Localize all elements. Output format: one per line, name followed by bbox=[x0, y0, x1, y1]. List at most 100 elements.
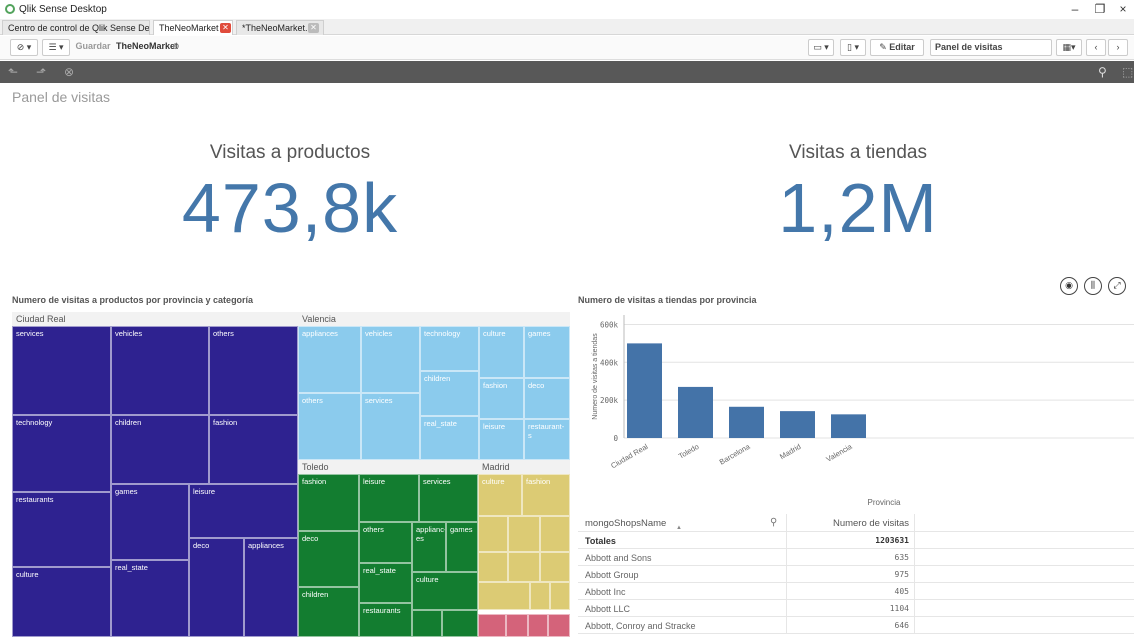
treemap-cell[interactable]: leisure bbox=[189, 484, 298, 538]
treemap-cell[interactable]: others bbox=[359, 522, 412, 563]
close-tab-icon[interactable]: ✕ bbox=[220, 23, 231, 33]
step-back-icon[interactable]: ⬑ bbox=[8, 65, 18, 79]
treemap-cell[interactable] bbox=[540, 552, 570, 582]
column-header-shop-name[interactable]: mongoShopsName bbox=[585, 518, 666, 529]
treemap-cell[interactable]: fashion bbox=[522, 474, 570, 516]
treemap-cell[interactable] bbox=[508, 552, 540, 582]
treemap-cell[interactable] bbox=[412, 610, 442, 637]
treemap-cell[interactable] bbox=[442, 610, 478, 637]
snapshot-icon[interactable]: ◉ bbox=[1060, 277, 1078, 295]
treemap-cell[interactable]: games bbox=[446, 522, 478, 572]
treemap-cell[interactable]: others bbox=[209, 326, 298, 415]
treemap-cell[interactable] bbox=[478, 516, 508, 552]
treemap-cell[interactable]: real_state bbox=[420, 416, 479, 460]
treemap-cell[interactable]: services bbox=[419, 474, 478, 522]
restore-button[interactable]: ❐ bbox=[1089, 1, 1111, 17]
save-button[interactable]: Guardar bbox=[74, 39, 112, 56]
treemap-group-valencia[interactable]: Valencia appliances vehicles technology … bbox=[298, 312, 570, 460]
treemap-cell[interactable]: deco bbox=[524, 378, 570, 419]
treemap-cell[interactable]: children bbox=[111, 415, 209, 484]
treemap-cell[interactable] bbox=[478, 552, 508, 582]
table-row[interactable]: Abbott, Conroy and Stracke 646 bbox=[578, 617, 1134, 634]
treemap-cell[interactable]: games bbox=[111, 484, 189, 560]
treemap-cell[interactable] bbox=[478, 582, 530, 610]
treemap-group-toledo[interactable]: Toledo fashion leisure services deco oth… bbox=[298, 460, 478, 637]
treemap-cell[interactable]: services bbox=[361, 393, 420, 460]
treemap-cell[interactable]: appliances bbox=[244, 538, 298, 637]
treemap-cell[interactable] bbox=[506, 614, 528, 637]
treemap-cell[interactable]: applianc-es bbox=[412, 522, 446, 572]
treemap-cell[interactable] bbox=[540, 516, 570, 552]
treemap-cell[interactable]: games bbox=[524, 326, 570, 378]
treemap-cell[interactable] bbox=[530, 582, 550, 610]
shop-name-cell[interactable]: Abbott Group bbox=[585, 570, 639, 580]
shop-name-cell[interactable]: Abbott and Sons bbox=[585, 553, 652, 563]
shop-name-cell[interactable]: Abbott Inc bbox=[585, 587, 626, 597]
table-row[interactable]: Abbott Group 975 bbox=[578, 566, 1134, 583]
treemap-cell[interactable] bbox=[528, 614, 548, 637]
shop-name-cell[interactable]: Abbott LLC bbox=[585, 604, 630, 614]
tab-hub[interactable]: Centro de control de Qlik Sense Desktop bbox=[2, 20, 150, 35]
treemap-cell[interactable]: deco bbox=[298, 531, 359, 587]
explore-icon[interactable]: ⫼ bbox=[1084, 277, 1102, 295]
global-menu-button[interactable]: ☰ ▾ bbox=[42, 39, 70, 56]
fullscreen-icon[interactable]: ⤢ bbox=[1108, 277, 1126, 295]
treemap-cell[interactable]: vehicles bbox=[361, 326, 420, 393]
treemap-cell[interactable] bbox=[550, 582, 570, 610]
bar[interactable] bbox=[831, 414, 866, 438]
column-header-visits[interactable]: Numero de visitas bbox=[833, 518, 909, 529]
treemap-cell[interactable]: restaurants bbox=[12, 492, 111, 567]
next-sheet-button[interactable]: › bbox=[1108, 39, 1128, 56]
treemap-group-ciudad-real[interactable]: Ciudad Real services vehicles others tec… bbox=[12, 312, 298, 637]
bar[interactable] bbox=[627, 343, 662, 438]
bar[interactable] bbox=[780, 411, 815, 438]
tab-theneomarket-edit[interactable]: *TheNeoMarket... ✕ bbox=[236, 20, 324, 35]
treemap-cell[interactable]: real_state bbox=[111, 560, 189, 637]
shop-name-cell[interactable]: Abbott, Conroy and Stracke bbox=[585, 621, 696, 631]
present-button[interactable]: ▭ ▾ bbox=[808, 39, 834, 56]
navigation-menu-button[interactable]: ⊘ ▾ bbox=[10, 39, 38, 56]
close-button[interactable]: × bbox=[1112, 1, 1134, 17]
treemap-cell[interactable]: restaurants bbox=[359, 603, 412, 637]
treemap-cell[interactable]: others bbox=[298, 393, 361, 460]
treemap-cell[interactable] bbox=[478, 614, 506, 637]
minimize-button[interactable]: – bbox=[1064, 1, 1086, 17]
treemap-cell[interactable] bbox=[548, 614, 570, 637]
close-tab-icon[interactable]: ✕ bbox=[308, 23, 319, 33]
selection-tool-icon[interactable]: ⬚ bbox=[1122, 65, 1133, 79]
treemap-cell[interactable]: real_state bbox=[359, 563, 412, 603]
treemap-cell[interactable]: vehicles bbox=[111, 326, 209, 415]
bar[interactable] bbox=[729, 406, 764, 438]
treemap-cell[interactable]: fashion bbox=[209, 415, 298, 484]
bookmark-button[interactable]: ▯ ▾ bbox=[840, 39, 866, 56]
treemap-cell[interactable]: fashion bbox=[298, 474, 359, 531]
search-icon[interactable]: ⚲ bbox=[1098, 65, 1107, 79]
search-icon[interactable]: ⚲ bbox=[770, 517, 777, 528]
treemap-cell[interactable]: technology bbox=[420, 326, 479, 371]
treemap-cell[interactable] bbox=[508, 516, 540, 552]
clear-selections-icon[interactable]: ⊗ bbox=[64, 65, 74, 79]
treemap-cell[interactable]: deco bbox=[189, 538, 244, 637]
table-row[interactable]: Abbott LLC 1104 bbox=[578, 600, 1134, 617]
previous-sheet-button[interactable]: ‹ bbox=[1086, 39, 1106, 56]
treemap-cell[interactable]: children bbox=[298, 587, 359, 637]
treemap-cell[interactable]: restaurant-s bbox=[524, 419, 570, 460]
treemap-cell[interactable]: leisure bbox=[479, 419, 524, 460]
sort-ascending-icon[interactable]: ▲ bbox=[676, 525, 682, 531]
treemap-cell[interactable]: services bbox=[12, 326, 111, 415]
bar[interactable] bbox=[678, 386, 713, 438]
table-row[interactable]: Abbott Inc 405 bbox=[578, 583, 1134, 600]
step-forward-icon[interactable]: ⬏ bbox=[36, 65, 46, 79]
treemap-cell[interactable]: fashion bbox=[479, 378, 524, 419]
tab-theneomarket[interactable]: TheNeoMarket -... ✕ bbox=[153, 20, 233, 35]
sheet-selector[interactable]: Panel de visitas bbox=[930, 39, 1052, 56]
treemap-cell[interactable]: technology bbox=[12, 415, 111, 492]
treemap-cell[interactable]: appliances bbox=[298, 326, 361, 393]
treemap-cell[interactable]: culture bbox=[412, 572, 478, 610]
kpi-value-shops[interactable]: 1,2M bbox=[708, 168, 1008, 248]
kpi-value-products[interactable]: 473,8k bbox=[140, 168, 440, 248]
treemap-cell[interactable]: culture bbox=[478, 474, 522, 516]
treemap-chart[interactable]: Ciudad Real services vehicles others tec… bbox=[12, 312, 570, 637]
sheets-overview-button[interactable]: ▦▾ bbox=[1056, 39, 1082, 56]
treemap-group-pink[interactable] bbox=[478, 614, 570, 637]
